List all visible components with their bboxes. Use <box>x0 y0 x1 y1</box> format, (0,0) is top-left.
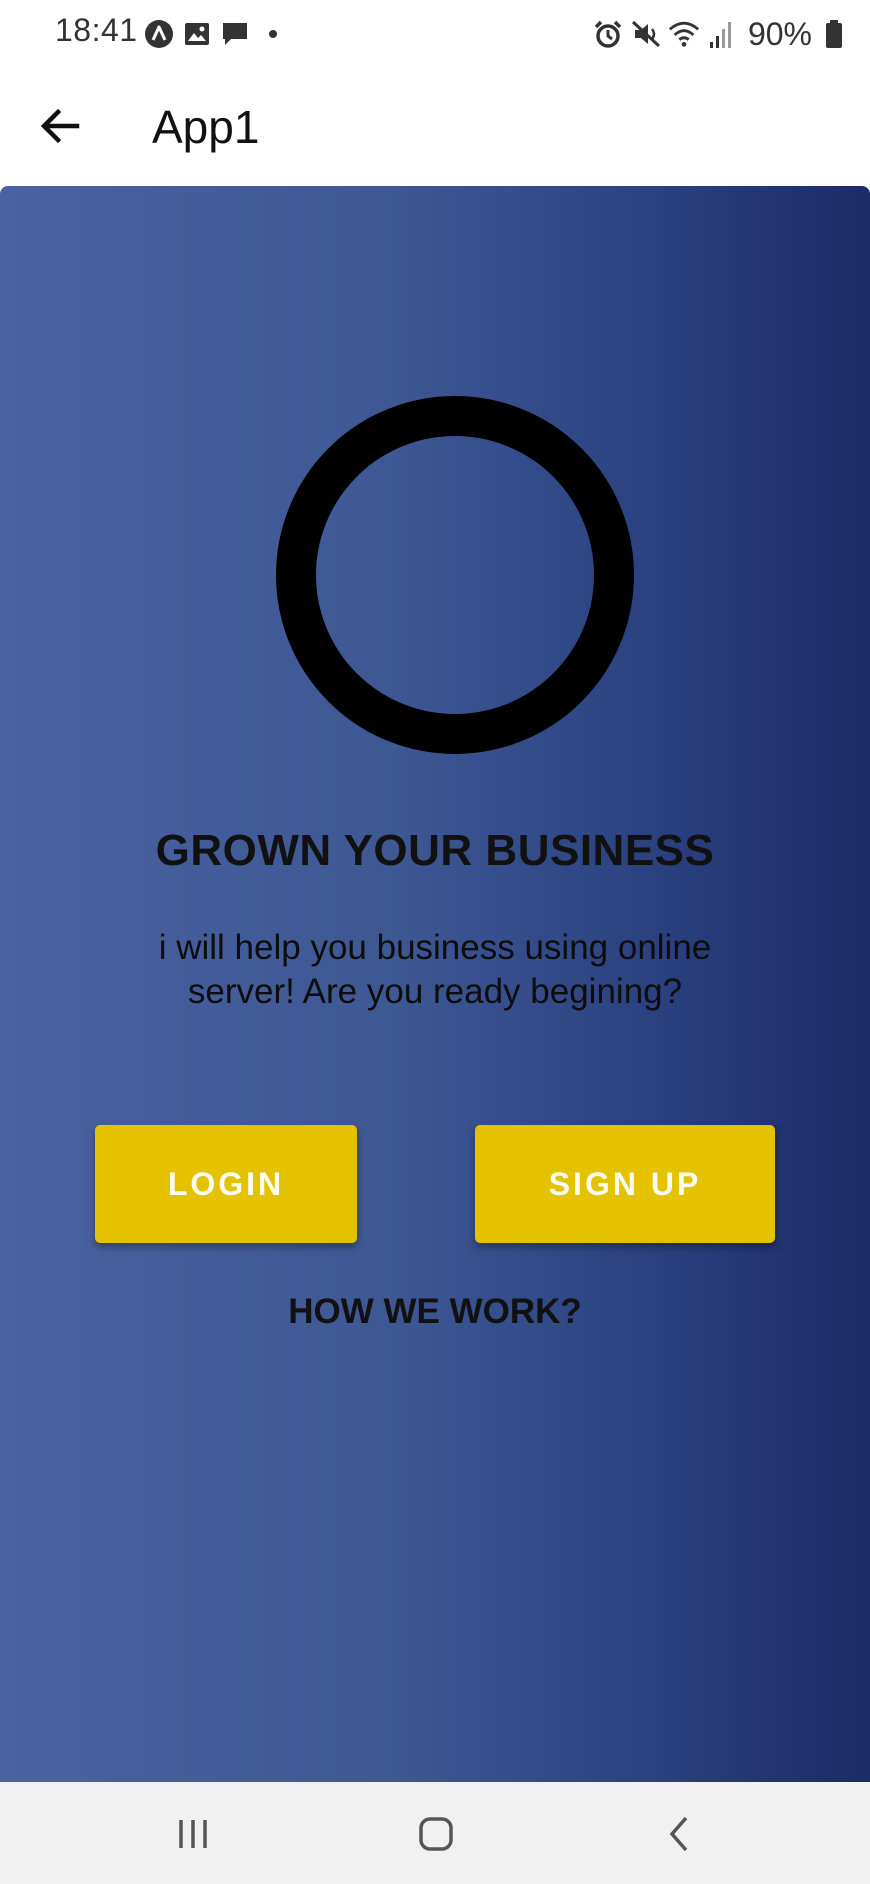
login-button[interactable]: LOGIN <box>95 1125 357 1243</box>
image-icon <box>182 19 212 49</box>
how-we-work-link[interactable]: HOW WE WORK? <box>0 1292 870 1332</box>
app-title: App1 <box>152 101 260 153</box>
signup-button[interactable]: SIGN UP <box>475 1125 775 1243</box>
status-left-icons <box>144 18 288 50</box>
screen: 18:41 90% App1 GROWN YOUR BUSINESS i wil… <box>0 0 870 1884</box>
recents-icon <box>179 1820 207 1848</box>
wifi-icon <box>668 18 700 50</box>
status-right-icons: 90% <box>592 14 850 54</box>
status-bar: 18:41 90% <box>0 0 870 68</box>
home-icon <box>419 1817 453 1851</box>
mute-icon <box>630 18 662 50</box>
arrow-left-icon <box>40 108 80 144</box>
subtitle: i will help you business using online se… <box>158 928 712 1011</box>
back-button[interactable] <box>30 96 90 156</box>
logo-ring <box>276 396 634 754</box>
dot-icon <box>258 19 288 49</box>
chat-bubble-icon <box>220 19 250 49</box>
nav-back-button[interactable] <box>650 1804 710 1864</box>
recents-button[interactable] <box>163 1804 223 1864</box>
alarm-icon <box>592 18 624 50</box>
signal-icon <box>706 18 738 50</box>
notification-a-icon <box>144 19 174 49</box>
status-time: 18:41 <box>55 12 138 48</box>
battery-icon <box>818 18 850 50</box>
main-panel: GROWN YOUR BUSINESS i will help you busi… <box>0 186 870 1782</box>
app-bar: App1 <box>0 68 870 186</box>
headline: GROWN YOUR BUSINESS <box>155 826 715 875</box>
battery-percent: 90% <box>747 15 812 52</box>
nav-bar <box>0 1782 870 1884</box>
back-nav-icon <box>669 1816 688 1852</box>
home-button[interactable] <box>406 1804 466 1864</box>
